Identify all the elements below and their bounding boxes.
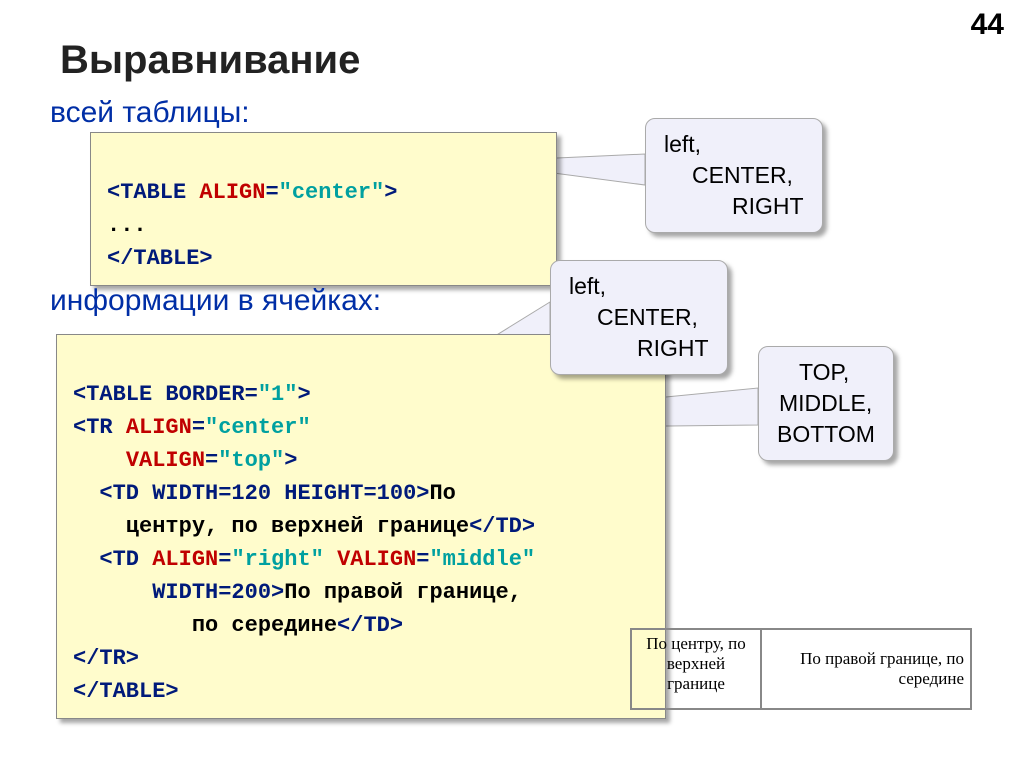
code-text: WIDTH	[152, 481, 218, 506]
code-text	[73, 448, 126, 473]
code-text: HEIGHT	[284, 481, 363, 506]
callout-line: left,	[664, 129, 804, 160]
code-text: "right"	[231, 547, 337, 572]
code-text: "center"	[205, 415, 311, 440]
code-text: По правой границе,	[284, 580, 522, 605]
code-text: =	[205, 448, 218, 473]
example-cell-1: По центру, по верхней границе	[631, 629, 761, 709]
subtitle-table: всей таблицы:	[50, 96, 250, 130]
callout-line: TOP,	[777, 357, 875, 388]
code-text	[73, 580, 152, 605]
code-text: >	[284, 448, 297, 473]
callout-line: CENTER,	[664, 160, 804, 191]
code-text: "middle"	[429, 547, 535, 572]
callout-valign-values: TOP, MIDDLE, BOTTOM	[758, 346, 894, 461]
code-text: >	[384, 180, 397, 205]
code-text: =200>	[218, 580, 284, 605]
page-title: Выравнивание	[60, 38, 360, 83]
example-table: По центру, по верхней границе По правой …	[630, 628, 972, 710]
code-text: =100>	[363, 481, 429, 506]
code-text: <TR	[73, 415, 126, 440]
code-text: </TABLE>	[107, 246, 213, 271]
code-text: </TD>	[469, 514, 535, 539]
code-text: "center"	[279, 180, 385, 205]
example-cell-2: По правой границе, по середине	[761, 629, 971, 709]
callout-line: left,	[569, 271, 709, 302]
code-text: по середине	[73, 613, 337, 638]
callout-align-values-2: left, CENTER, RIGHT	[550, 260, 728, 375]
code-text: >	[297, 382, 310, 407]
cell-text: По центру, по верхней границе	[646, 634, 746, 694]
code-text: "1"	[258, 382, 298, 407]
code-text: центру, по верхней границе	[73, 514, 469, 539]
code-text: =	[245, 382, 258, 407]
code-text: </TABLE>	[73, 679, 179, 704]
code-text: VALIGN	[126, 448, 205, 473]
callout-line: MIDDLE,	[777, 388, 875, 419]
code-text: </TR>	[73, 646, 139, 671]
code-text: <TABLE	[73, 382, 165, 407]
code-text: </TD>	[337, 613, 403, 638]
code-text: <TABLE	[107, 180, 199, 205]
code-block-cell-align: <TABLE BORDER="1"> <TR ALIGN="center" VA…	[56, 334, 666, 719]
code-text: <TD	[73, 481, 152, 506]
callout-line: RIGHT	[569, 333, 709, 364]
code-text: BORDER	[165, 382, 244, 407]
code-text: ALIGN	[126, 415, 192, 440]
subtitle-cells: информации в ячейках:	[50, 284, 381, 318]
code-text: <TD	[73, 547, 152, 572]
page-number: 44	[971, 8, 1004, 42]
code-text: По	[429, 481, 455, 506]
code-text: =	[265, 180, 278, 205]
code-block-table-align: <TABLE ALIGN="center"> ... </TABLE>	[90, 132, 557, 286]
code-text: =	[218, 547, 231, 572]
callout-line: BOTTOM	[777, 419, 875, 450]
code-text: =120	[218, 481, 284, 506]
callout-align-values-1: left, CENTER, RIGHT	[645, 118, 823, 233]
code-text: WIDTH	[152, 580, 218, 605]
code-text: VALIGN	[337, 547, 416, 572]
code-text: "top"	[218, 448, 284, 473]
code-text: ...	[107, 213, 147, 238]
code-text: ALIGN	[152, 547, 218, 572]
callout-line: CENTER,	[569, 302, 709, 333]
callout-line: RIGHT	[664, 191, 804, 222]
code-text: =	[416, 547, 429, 572]
code-text: ALIGN	[199, 180, 265, 205]
code-text: =	[192, 415, 205, 440]
cell-text: По правой границе, по середине	[800, 649, 964, 689]
table-row: По центру, по верхней границе По правой …	[631, 629, 971, 709]
